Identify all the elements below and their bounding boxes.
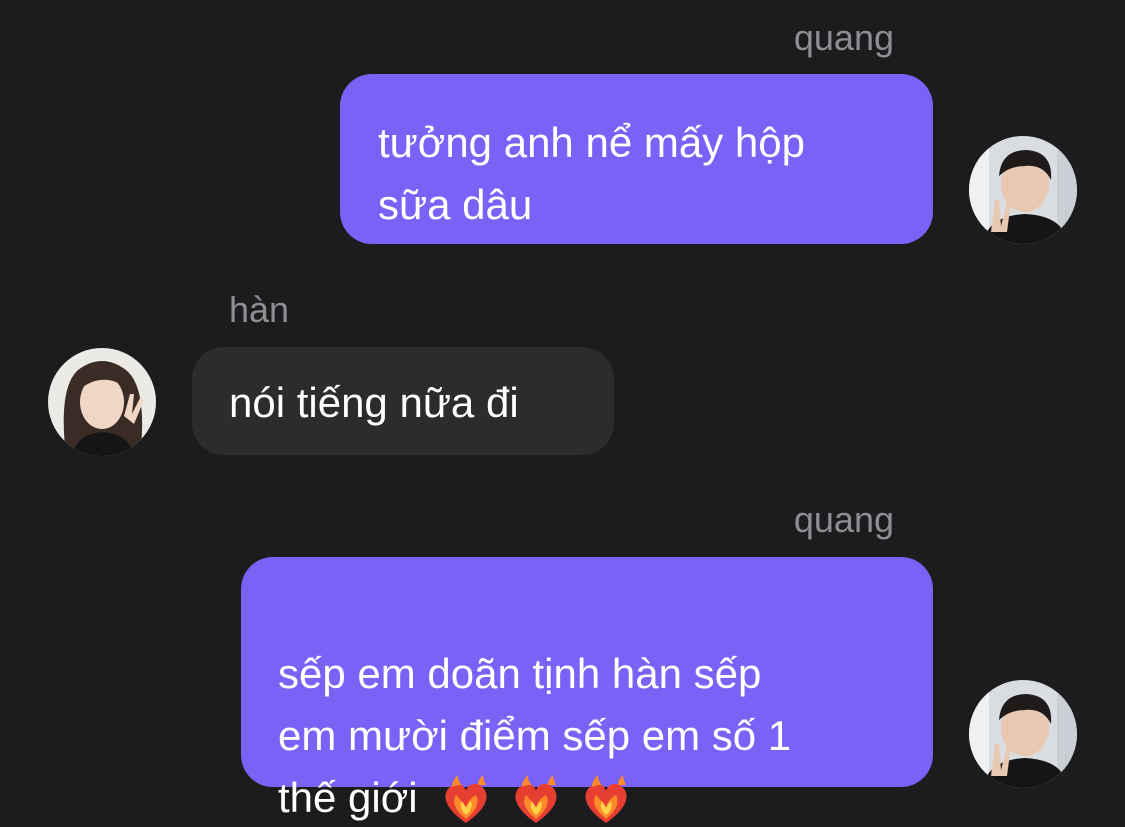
sender-name: hàn [229, 289, 290, 330]
sender-name: quang [793, 499, 894, 540]
message-bubble-incoming[interactable]: nói tiếng nữa đi [192, 347, 614, 455]
emoji-group [438, 773, 634, 827]
message-bubble-outgoing[interactable]: sếp em doãn tịnh hàn sếp em mười điểm sế… [241, 557, 933, 823]
profile-photo-icon [969, 680, 1077, 788]
heart-on-fire-icon [585, 774, 627, 823]
sender-name: quang [793, 17, 894, 58]
heart-on-fire-icon [515, 774, 557, 823]
han-avatar[interactable] [48, 348, 156, 456]
quang-avatar[interactable] [969, 680, 1077, 788]
message-bubble-outgoing[interactable]: tưởng anh nể mấy hộp sữa dâu [340, 74, 933, 244]
profile-photo-icon [969, 136, 1077, 244]
profile-photo-icon [48, 348, 156, 456]
quang-avatar[interactable] [969, 136, 1077, 244]
heart-on-fire-icon [445, 774, 487, 823]
chat-thread: quang tưởng anh nể mấy hộp sữa dâu hàn n… [0, 0, 1125, 827]
